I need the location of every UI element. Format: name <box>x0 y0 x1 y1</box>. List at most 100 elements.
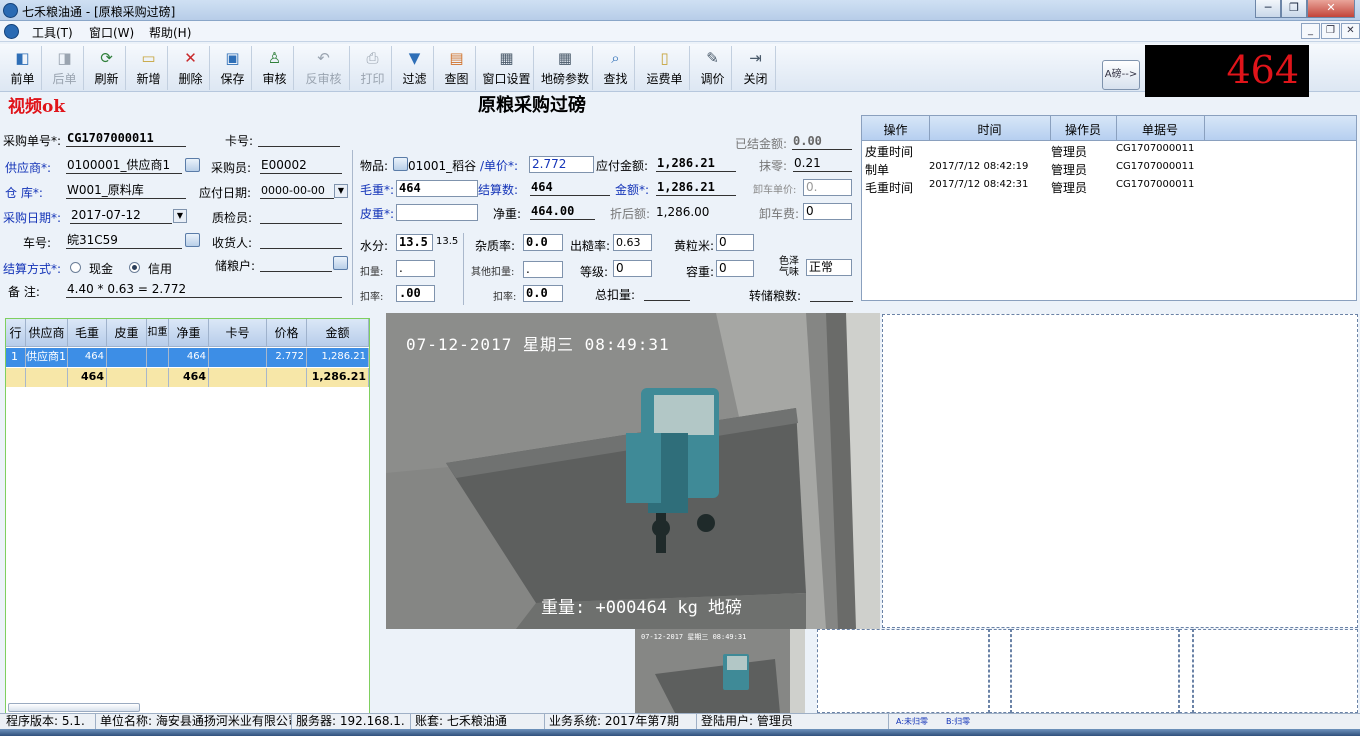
minimize-button[interactable]: ─ <box>1255 0 1281 18</box>
oplog-cell: 管理员 <box>1051 145 1088 159</box>
impurity-input[interactable]: 0.0 <box>523 234 563 251</box>
deduct-input[interactable]: . <box>396 260 435 277</box>
unload-price-input[interactable]: 0. <box>803 179 852 196</box>
plate-lookup-icon[interactable] <box>185 233 200 247</box>
buyer-field[interactable]: E00002 <box>260 158 342 174</box>
settle-cash-radio[interactable] <box>70 262 81 273</box>
price-adjust-button[interactable]: ✎ 调价 <box>694 46 732 90</box>
gross-input[interactable]: 464 <box>396 180 478 197</box>
supplier-lookup-icon[interactable] <box>185 158 200 172</box>
transfer-label: 转储粮数: <box>749 289 802 303</box>
scale-switch-button[interactable]: A磅--> <box>1102 60 1140 90</box>
remark-field[interactable]: 4.40 * 0.63 = 2.772 <box>66 282 342 298</box>
approve-button[interactable]: ♙ 审核 <box>256 46 294 90</box>
storage-lookup-icon[interactable] <box>333 256 348 270</box>
yield-input[interactable]: 0.63 <box>613 234 652 251</box>
prev-button[interactable]: ◧ 前单 <box>4 46 42 90</box>
deduct-rate-label: 扣率: <box>360 292 384 303</box>
transfer-field <box>810 286 853 302</box>
grade-input[interactable]: 0 <box>613 260 652 277</box>
unapprove-button[interactable]: ↶ 反审核 <box>298 46 350 90</box>
plate-field[interactable]: 皖31C59 <box>66 233 182 249</box>
print-button[interactable]: ⎙ 打印 <box>354 46 392 90</box>
title-bar: 七禾粮油通 - [原粮采购过磅] ─ ❐ ✕ <box>0 0 1360 21</box>
settle-qty-label: 结算数: <box>478 183 519 197</box>
save-button[interactable]: ▣ 保存 <box>214 46 252 90</box>
grid-header-cell[interactable]: 皮重 <box>107 319 147 347</box>
menu-app-icon[interactable] <box>4 24 19 39</box>
storage-field[interactable] <box>260 256 332 272</box>
receiver-field[interactable] <box>260 233 342 249</box>
grid-header-cell[interactable]: 行 <box>6 319 26 347</box>
window-settings-button[interactable]: ▦ 窗口设置 <box>480 46 534 90</box>
goods-lookup-icon[interactable] <box>393 157 408 171</box>
menu-tools[interactable]: 工具(T) <box>32 24 73 41</box>
grid-header-cell[interactable]: 价格 <box>267 319 307 347</box>
next-button[interactable]: ◨ 后单 <box>46 46 84 90</box>
grid-header-cell[interactable]: 扣重 <box>147 319 169 347</box>
yellow-input[interactable]: 0 <box>716 234 754 251</box>
tare-input[interactable] <box>396 204 478 221</box>
grid-header-cell[interactable]: 毛重 <box>68 319 107 347</box>
deduct-rate-input[interactable]: .00 <box>396 285 435 302</box>
inspector-field[interactable] <box>260 208 342 224</box>
grid-header-cell[interactable]: 净重 <box>169 319 209 347</box>
camera-thumbnail[interactable]: 07-12-2017 星期三 08:49:31 <box>635 629 805 713</box>
other-deduct-input[interactable]: . <box>523 261 563 278</box>
card-no-field[interactable] <box>258 131 340 147</box>
grid-cell <box>107 368 147 387</box>
app-icon <box>3 3 18 18</box>
oplog-header-action[interactable]: 操作 <box>862 121 929 138</box>
pay-date-dropdown-icon[interactable]: ▼ <box>334 184 348 198</box>
close-button[interactable]: ✕ <box>1307 0 1355 18</box>
grid-header-cell[interactable]: 金额 <box>307 319 369 347</box>
grid-header-cell[interactable]: 卡号 <box>209 319 267 347</box>
find-button[interactable]: ⌕ 查找 <box>597 46 635 90</box>
grid-cell <box>147 348 169 367</box>
grid-horizontal-scrollbar[interactable] <box>8 703 140 712</box>
unload-fee-input[interactable]: 0 <box>803 203 852 220</box>
warehouse-field[interactable]: W001_原料库 <box>66 183 186 199</box>
settle-credit-radio[interactable] <box>129 262 140 273</box>
oplog-header-time[interactable]: 时间 <box>929 121 1050 138</box>
table-row[interactable]: 1 供应商1 464 464 2.772 1,286.21 <box>6 348 369 367</box>
mdi-close-button[interactable]: ✕ <box>1341 23 1360 39</box>
delete-button[interactable]: ✕ 删除 <box>172 46 210 90</box>
oplog-header-operator[interactable]: 操作员 <box>1050 121 1116 138</box>
goods-field[interactable]: 01001_稻谷 <box>408 157 476 174</box>
menu-window[interactable]: 窗口(W) <box>89 24 134 41</box>
restore-button[interactable]: ❐ <box>1281 0 1307 18</box>
mdi-restore-button[interactable]: ❐ <box>1321 23 1340 39</box>
pay-date-field[interactable]: 0000-00-00 <box>260 183 334 199</box>
moisture-input[interactable]: 13.5 <box>396 234 433 251</box>
next-icon: ◨ <box>57 49 72 67</box>
deduct-rate2-input[interactable]: 0.0 <box>523 285 563 302</box>
camera-panel-3 <box>817 629 989 713</box>
unit-price-input[interactable]: 2.772 <box>529 156 594 173</box>
grid-total-row[interactable]: 464 464 1,286.21 <box>6 368 369 387</box>
purchase-date-field[interactable]: 2017-07-12 <box>70 208 172 224</box>
menu-help[interactable]: 帮助(H) <box>149 24 191 41</box>
refresh-button[interactable]: ⟳ 刷新 <box>88 46 126 90</box>
oplog-header-doc-no[interactable]: 单据号 <box>1116 121 1204 138</box>
unload-price-label: 卸车单价: <box>753 185 797 196</box>
discounted-label: 折后额: <box>610 207 651 221</box>
rounding-field[interactable]: 0.21 <box>793 156 852 172</box>
purchase-date-dropdown-icon[interactable]: ▼ <box>173 209 187 223</box>
order-no-field[interactable]: CG1707000011 <box>66 131 186 147</box>
scale-params-button[interactable]: ▦ 地磅参数 <box>538 46 593 90</box>
supplier-field[interactable]: 0100001_供应商1 <box>66 158 182 174</box>
view-image-button[interactable]: ▤ 查图 <box>438 46 476 90</box>
mdi-minimize-button[interactable]: _ <box>1301 23 1320 39</box>
status-scale-b: B:归零 <box>946 717 971 726</box>
toolbar-label: 打印 <box>360 72 385 86</box>
color-input[interactable]: 正常 <box>806 259 852 276</box>
close-form-button[interactable]: ⇥ 关闭 <box>736 46 776 90</box>
toolbar-label: 查找 <box>603 72 628 86</box>
freight-button[interactable]: ▯ 运费单 <box>640 46 690 90</box>
new-button[interactable]: ▭ 新增 <box>130 46 168 90</box>
grid-header-cell[interactable]: 供应商 <box>26 319 68 347</box>
grid-cell: 2.772 <box>267 348 307 367</box>
filter-button[interactable]: ▼ 过滤 <box>396 46 434 90</box>
density-input[interactable]: 0 <box>716 260 754 277</box>
